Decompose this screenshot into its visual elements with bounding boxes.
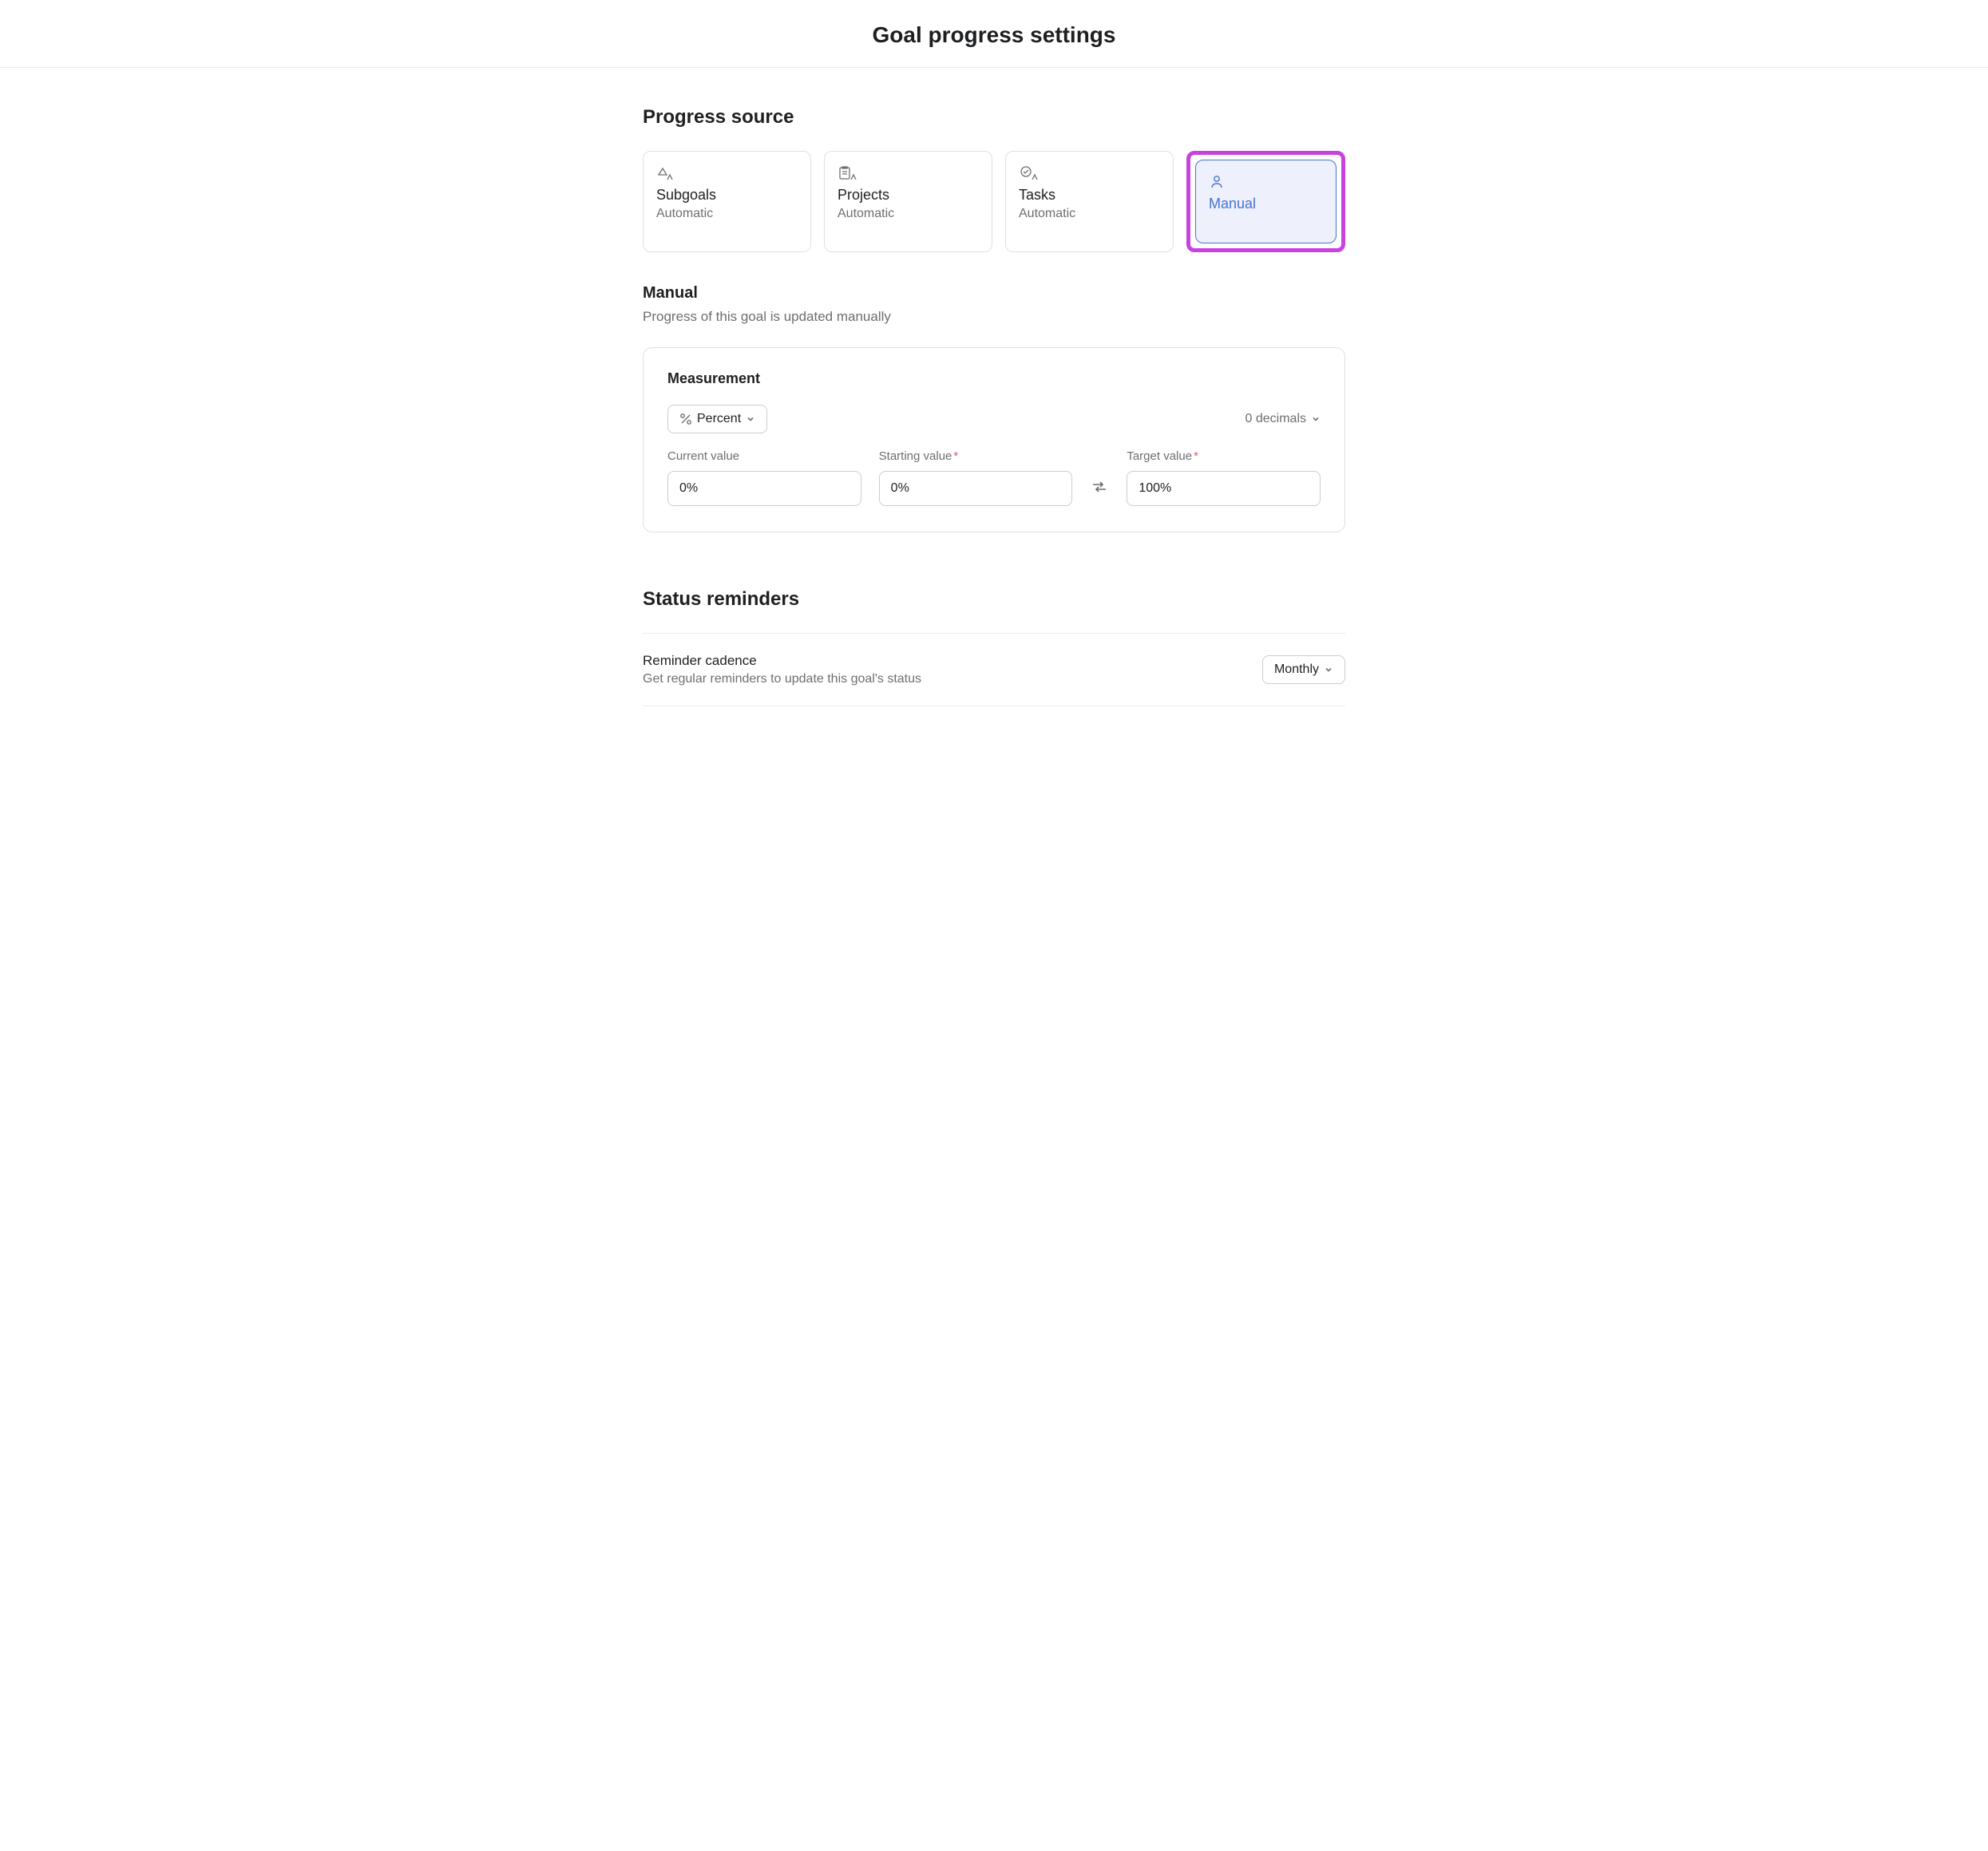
source-card-projects[interactable]: Projects Automatic xyxy=(824,151,992,252)
reminder-cadence-desc: Get regular reminders to update this goa… xyxy=(643,672,921,686)
measurement-panel: Measurement Percent 0 decimals xyxy=(643,347,1345,532)
percent-icon xyxy=(679,413,692,425)
manual-title: Manual xyxy=(643,284,1345,303)
progress-source-heading: Progress source xyxy=(643,106,1345,129)
reminder-cadence-select[interactable]: Monthly xyxy=(1262,655,1345,684)
page-title: Goal progress settings xyxy=(0,22,1988,48)
current-value-input[interactable] xyxy=(667,471,861,506)
chevron-down-icon xyxy=(1324,665,1333,674)
projects-icon xyxy=(838,164,979,182)
manual-icon xyxy=(1209,173,1323,191)
measurement-unit-select[interactable]: Percent xyxy=(667,405,767,433)
target-value-field: Target value* xyxy=(1127,449,1321,506)
cadence-value: Monthly xyxy=(1274,662,1319,677)
chevron-down-icon xyxy=(746,414,755,424)
target-value-input[interactable] xyxy=(1127,471,1321,506)
card-title: Tasks xyxy=(1019,187,1160,204)
tasks-icon xyxy=(1019,164,1160,182)
page-header: Goal progress settings xyxy=(0,0,1988,68)
current-value-label: Current value xyxy=(667,449,861,463)
card-title: Projects xyxy=(838,187,979,204)
subgoals-icon xyxy=(656,164,798,182)
target-value-label: Target value* xyxy=(1127,449,1321,463)
measurement-heading: Measurement xyxy=(667,370,1321,387)
card-sub: Automatic xyxy=(1019,207,1160,221)
reminder-cadence-title: Reminder cadence xyxy=(643,653,921,669)
card-sub: Automatic xyxy=(838,207,979,221)
card-sub: Automatic xyxy=(656,207,798,221)
swap-icon[interactable] xyxy=(1090,477,1109,506)
card-title: Subgoals xyxy=(656,187,798,204)
progress-source-options: Subgoals Automatic Projects Automatic xyxy=(643,151,1345,252)
current-value-field: Current value xyxy=(667,449,861,506)
source-card-tasks[interactable]: Tasks Automatic xyxy=(1005,151,1174,252)
starting-value-input[interactable] xyxy=(879,471,1073,506)
decimals-select[interactable]: 0 decimals xyxy=(1245,412,1321,426)
starting-value-label: Starting value* xyxy=(879,449,1073,463)
reminder-cadence-row: Reminder cadence Get regular reminders t… xyxy=(643,634,1345,706)
source-card-subgoals[interactable]: Subgoals Automatic xyxy=(643,151,811,252)
status-reminders-heading: Status reminders xyxy=(643,588,1345,611)
card-title: Manual xyxy=(1209,196,1323,212)
unit-label: Percent xyxy=(697,412,741,426)
starting-value-field: Starting value* xyxy=(879,449,1073,506)
decimals-label: 0 decimals xyxy=(1245,412,1306,426)
manual-desc: Progress of this goal is updated manuall… xyxy=(643,309,1345,325)
highlight-frame: Manual xyxy=(1186,151,1345,252)
source-card-manual[interactable]: Manual xyxy=(1195,160,1337,243)
chevron-down-icon xyxy=(1311,414,1321,424)
